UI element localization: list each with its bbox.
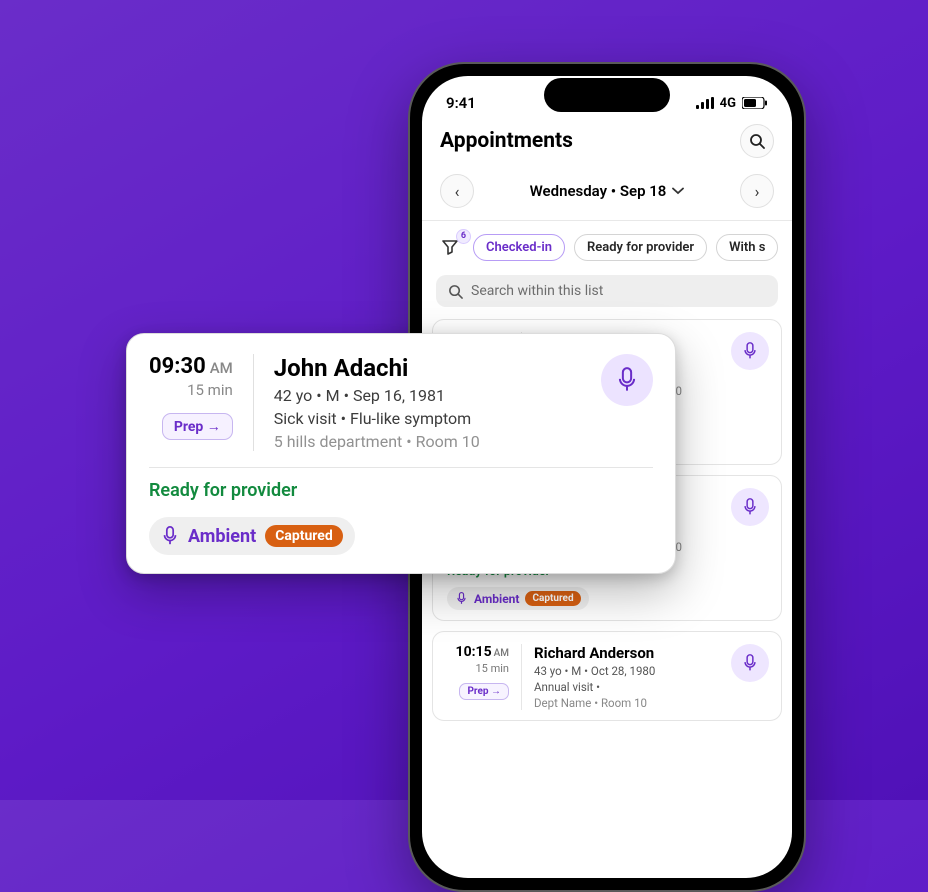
status-label: Ready for provider [149,480,653,501]
patient-meta: 42 yo • M • Sep 16, 1981 [274,386,480,405]
appt-duration: 15 min [149,381,233,399]
next-day-button[interactable]: › [740,174,774,208]
mic-icon [741,342,759,360]
mic-icon [455,592,468,605]
captured-badge: Captured [265,525,343,547]
search-icon [749,133,765,149]
page-header: Appointments [422,116,792,168]
date-picker[interactable]: Wednesday • Sep 18 [530,182,685,200]
current-date: Wednesday • Sep 18 [530,182,667,200]
page-title: Appointments [440,129,573,153]
filter-button[interactable]: 6 [436,233,464,261]
mic-button[interactable] [601,354,653,406]
appt-ampm: AM [210,359,233,377]
filter-chip-ready[interactable]: Ready for provider [574,234,707,261]
mic-button[interactable] [731,644,769,682]
filter-row: 6 Checked-in Ready for provider With s [422,221,792,271]
mic-icon [161,526,179,546]
status-right: 4G [696,96,768,111]
search-input[interactable]: Search within this list [436,275,778,307]
location: 5 hills department • Room 10 [274,432,480,451]
prev-day-button[interactable]: ‹ [440,174,474,208]
date-navigator: ‹ Wednesday • Sep 18 › [422,168,792,221]
ambient-pill[interactable]: Ambient Captured [447,587,589,610]
chevron-right-icon: › [755,182,760,201]
search-icon [448,284,463,299]
mic-button[interactable] [731,332,769,370]
signal-icon [696,97,714,109]
appt-time: 09:30 [149,354,206,379]
filter-badge: 6 [456,229,471,244]
captured-badge: Captured [525,591,580,606]
patient-name: John Adachi [274,354,480,382]
mic-icon [741,654,759,672]
appointment-card[interactable]: 10:15AM 15 min Prep → Richard Anderson 4… [432,631,782,721]
ambient-label: Ambient [188,526,256,547]
network-label: 4G [720,96,736,111]
chevron-left-icon: ‹ [455,182,460,201]
ambient-pill[interactable]: Ambient Captured [149,517,355,555]
mic-icon [615,367,639,393]
status-time: 9:41 [446,94,476,112]
visit-reason: Sick visit • Flu-like symptom [274,409,480,428]
search-button[interactable] [740,124,774,158]
appointment-card-expanded[interactable]: 09:30AM 15 min Prep → John Adachi 42 yo … [126,333,676,574]
filter-chip-with[interactable]: With s [716,234,778,261]
chevron-down-icon [672,187,684,195]
battery-icon [742,97,768,109]
filter-chip-checked-in[interactable]: Checked-in [473,234,565,261]
mic-icon [741,498,759,516]
phone-notch [544,78,670,112]
mic-button[interactable] [731,488,769,526]
prep-button[interactable]: Prep → [162,413,233,440]
search-placeholder: Search within this list [471,283,603,299]
prep-button[interactable]: Prep → [459,683,509,700]
